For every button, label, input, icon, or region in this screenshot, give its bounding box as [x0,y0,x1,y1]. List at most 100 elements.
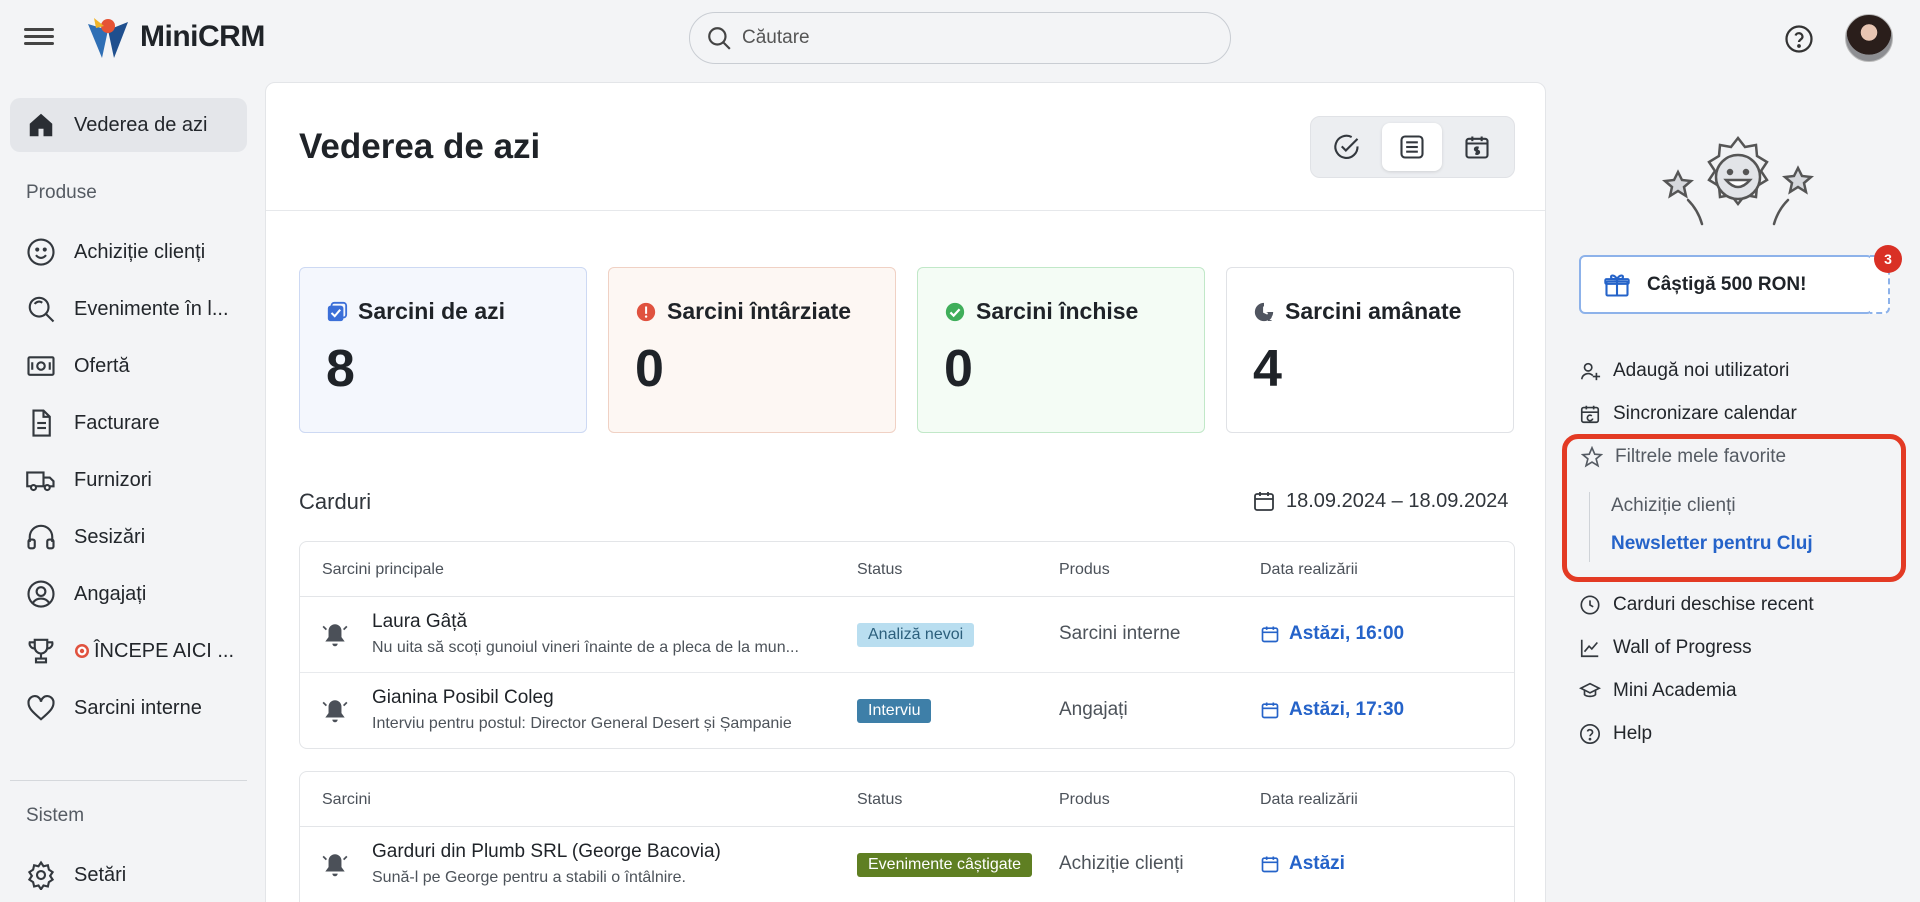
recent-cards-link[interactable]: Carduri deschise recent [1579,594,1814,616]
stat-value: 4 [1253,340,1282,398]
link-label: Sincronizare calendar [1613,403,1797,424]
target-icon [75,644,89,658]
view-switcher [1310,116,1515,178]
column-header: Data realizării [1260,791,1358,808]
column-header: Status [857,791,903,808]
column-header: Produs [1059,791,1110,808]
cards-section-title: Carduri [299,489,372,514]
help-icon[interactable] [1784,24,1814,54]
check-circle-icon [1334,134,1359,159]
date-range-picker[interactable]: 18.09.2024 – 18.09.2024 [1252,489,1508,513]
link-label: Wall of Progress [1613,637,1752,658]
wall-of-progress-link[interactable]: Wall of Progress [1579,637,1752,659]
stat-label: Sarcini amânate [1285,298,1462,324]
table-row[interactable]: Gianina Posibil Coleg Interviu pentru po… [300,673,1514,748]
banknote-icon [27,356,55,376]
svg-text:z: z [1268,314,1272,323]
add-users-link[interactable]: Adaugă noi utilizatori [1579,360,1789,382]
favorite-filters-header[interactable]: Filtrele mele favorite [1581,446,1786,468]
sync-calendar-link[interactable]: Sincronizare calendar [1579,403,1797,425]
task-product: Sarcini interne [1059,623,1181,644]
bell-icon[interactable] [322,621,348,649]
check-circle-filled-icon [945,302,965,321]
status-badge[interactable]: Interviu [857,699,932,723]
task-name[interactable]: Gianina Posibil Coleg [372,687,554,709]
task-description: Nu uita să scoți gunoiul vineri înainte … [372,639,799,656]
status-badge[interactable]: Analiză nevoi [857,623,975,647]
sidebar-item-sesizari[interactable]: Sesizări [10,510,247,564]
calendar-icon [1261,702,1279,719]
sidebar-item-label: Ofertă [74,354,130,377]
trophy-icon [28,638,54,664]
link-label: Help [1613,723,1653,744]
favorites-title: Filtrele mele favorite [1615,446,1787,467]
sidebar-item-sarcini-interne[interactable]: Sarcini interne [10,681,247,735]
home-icon [29,113,53,137]
stat-card-overdue[interactable]: Sarcini întârziate 0 [608,267,896,433]
task-product: Achiziție clienți [1059,853,1184,874]
sidebar: Vederea de azi Produse Achiziție clienți… [0,76,265,902]
column-header: Produs [1059,561,1110,578]
task-due-date[interactable]: Astăzi, 17:30 [1260,699,1404,721]
mini-academia-link[interactable]: Mini Academia [1579,680,1737,702]
main-header: Vederea de azi [266,83,1545,211]
bell-icon[interactable] [322,851,348,879]
stat-card-today[interactable]: Sarcini de azi 8 [299,267,587,433]
sidebar-item-facturare[interactable]: Facturare [10,396,247,450]
table-row[interactable]: Garduri din Plumb SRL (George Bacovia) S… [300,827,1514,902]
column-header: Data realizării [1260,561,1358,578]
favorite-filter-item[interactable]: Achiziție clienți [1611,495,1736,517]
bell-icon[interactable] [322,697,348,725]
stat-label: Sarcini de azi [358,298,506,324]
menu-icon[interactable] [24,24,54,52]
sidebar-item-setari[interactable]: Setări [10,848,247,902]
minicrm-logo-icon [88,18,128,58]
gear-icon [27,860,55,890]
sidebar-item-furnizori[interactable]: Furnizori [10,453,247,507]
link-label: Carduri deschise recent [1613,594,1814,615]
task-due-date[interactable]: Astăzi, 16:00 [1260,623,1404,645]
calendar-money-icon [1465,136,1489,159]
tasks-view-button[interactable] [1317,123,1377,171]
truck-icon [26,471,55,492]
stat-card-postponed[interactable]: z Sarcini amânate 4 [1226,267,1514,433]
task-due-date-text: Astăzi, 16:00 [1289,623,1405,644]
star-icon [1581,446,1603,468]
favorite-filter-item[interactable]: Newsletter pentru Cluj [1611,533,1813,555]
notification-badge: 3 [1874,245,1902,273]
status-badge[interactable]: Evenimente câștigate [857,853,1032,877]
sidebar-item-evenimente[interactable]: Evenimente în l... [10,282,247,336]
app-logo[interactable]: MiniCRM [84,14,265,60]
sidebar-item-label: Vederea de azi [74,113,208,136]
chart-line-icon [1580,639,1599,658]
sidebar-item-label: Furnizori [74,468,152,491]
alert-icon [636,302,656,321]
sidebar-item-angajati[interactable]: Angajați [10,567,247,621]
user-avatar[interactable] [1845,14,1893,62]
search-icon [708,27,731,50]
sidebar-item-achizitie[interactable]: Achiziție clienți [10,225,247,279]
stat-card-closed[interactable]: Sarcini închise 0 [917,267,1205,433]
clock-snooze-icon: z [1254,302,1274,323]
task-name[interactable]: Laura Gâță [372,611,467,633]
sidebar-item-incepe-aici[interactable]: ÎNCEPE AICI ... [10,624,247,678]
task-name[interactable]: Garduri din Plumb SRL (George Bacovia) [372,841,721,863]
heart-icon [27,695,55,721]
sidebar-item-label: Setări [74,863,127,886]
promo-button[interactable]: Câștigă 500 RON! [1579,255,1873,314]
sidebar-item-label: Facturare [74,411,160,434]
cards-view-button[interactable] [1382,123,1442,171]
search-input[interactable] [742,27,1182,49]
promo-text: Câștigă 500 RON! [1647,273,1807,295]
calendar-view-button[interactable] [1447,123,1507,171]
celebration-illustration [1662,135,1814,226]
date-range-text: 18.09.2024 – 18.09.2024 [1286,489,1509,512]
help-link[interactable]: Help [1579,723,1652,745]
sidebar-item-today[interactable]: Vederea de azi [10,98,247,152]
task-description: Sună-l pe George pentru a stabili o întâ… [372,869,686,886]
task-due-date[interactable]: Astăzi [1260,853,1345,875]
table-row[interactable]: Laura Gâță Nu uita să scoți gunoiul vine… [300,597,1514,673]
sidebar-item-oferta[interactable]: Ofertă [10,339,247,393]
search-bar[interactable] [689,12,1231,64]
stat-label: Sarcini închise [976,298,1139,324]
